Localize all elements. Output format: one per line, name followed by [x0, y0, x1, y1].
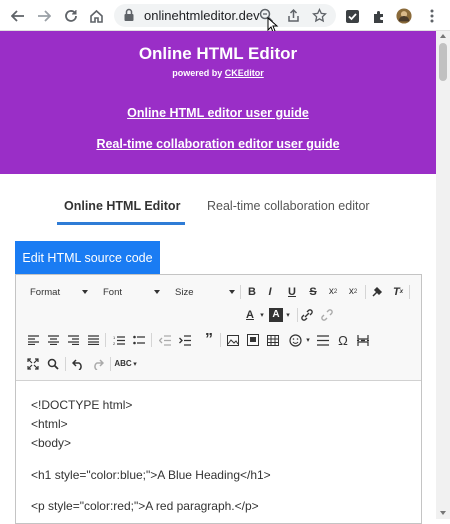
- reload-icon[interactable]: [63, 8, 79, 24]
- tab-online-html-editor[interactable]: Online HTML Editor: [64, 199, 180, 213]
- bold-icon[interactable]: B: [245, 285, 259, 299]
- svg-text:2: 2: [113, 341, 116, 346]
- numbered-list-icon[interactable]: 12: [112, 333, 126, 347]
- align-center-icon[interactable]: [46, 333, 60, 347]
- toolbar-separator: [65, 357, 66, 371]
- ckeditor-link[interactable]: CKEditor: [225, 68, 264, 78]
- toolbar-separator: [240, 285, 241, 299]
- tab-realtime-collaboration[interactable]: Real-time collaboration editor: [207, 199, 370, 213]
- code-line[interactable]: <h1 style="color:blue;">A Blue Heading</…: [31, 468, 271, 482]
- link-icon[interactable]: [300, 308, 314, 322]
- align-right-icon[interactable]: [66, 333, 80, 347]
- user-guide-link[interactable]: Online HTML editor user guide: [0, 106, 436, 120]
- blockquote-icon[interactable]: ”: [202, 332, 216, 348]
- redo-icon[interactable]: [91, 357, 105, 371]
- superscript-icon[interactable]: x2: [346, 285, 360, 299]
- toolbar-separator: [297, 308, 298, 322]
- forward-arrow-icon[interactable]: [36, 8, 52, 24]
- undo-icon[interactable]: [71, 357, 85, 371]
- html-editor: Format Font Size B I U S x2 x2 Tx A ▾ A …: [15, 274, 422, 524]
- chevron-down-icon: [154, 290, 160, 294]
- image-icon[interactable]: [226, 333, 240, 347]
- code-line[interactable]: <body>: [31, 436, 71, 450]
- svg-text:1: 1: [113, 335, 116, 340]
- page-break-icon[interactable]: [356, 333, 370, 347]
- format-dropdown-label: Format: [30, 286, 61, 298]
- size-dropdown[interactable]: Size: [169, 283, 237, 301]
- emoji-icon[interactable]: [288, 333, 302, 347]
- browser-menu-icon[interactable]: [424, 8, 440, 24]
- align-left-icon[interactable]: [26, 333, 40, 347]
- special-character-icon[interactable]: Ω: [336, 333, 350, 347]
- underline-icon[interactable]: U: [285, 285, 299, 299]
- back-arrow-icon[interactable]: [10, 8, 26, 24]
- chevron-down-icon[interactable]: ▾: [255, 308, 269, 322]
- code-line[interactable]: <!DOCTYPE html>: [31, 398, 132, 412]
- extension-checkbox-icon[interactable]: [344, 8, 360, 24]
- editor-tabs: Online HTML Editor Real-time collaborati…: [0, 174, 436, 234]
- site-header: Online HTML Editor powered by CKEditor O…: [0, 31, 436, 174]
- chevron-down-icon: [82, 290, 88, 294]
- remove-format-icon[interactable]: Tx: [391, 285, 405, 299]
- edit-html-source-button[interactable]: Edit HTML source code: [15, 241, 160, 274]
- page-scrollbar[interactable]: [436, 31, 450, 519]
- font-dropdown-label: Font: [103, 286, 123, 298]
- page-title: Online HTML Editor: [138, 44, 298, 63]
- strikethrough-icon[interactable]: S: [306, 285, 320, 299]
- toolbar-separator: [151, 333, 152, 347]
- scrollbar-thumb[interactable]: [439, 43, 447, 81]
- table-icon[interactable]: [266, 333, 280, 347]
- chevron-down-icon[interactable]: ▾: [128, 357, 142, 371]
- home-icon[interactable]: [88, 8, 104, 24]
- subscript-icon[interactable]: x2: [326, 285, 340, 299]
- bookmark-star-icon[interactable]: [312, 7, 327, 23]
- extensions-puzzle-icon[interactable]: [371, 8, 387, 24]
- share-icon[interactable]: [286, 8, 301, 23]
- url-text[interactable]: onlinehtmleditor.dev: [144, 8, 260, 23]
- find-icon[interactable]: [46, 357, 60, 371]
- scroll-up-arrow-icon[interactable]: [440, 34, 446, 38]
- powered-by-text: powered by CKEditor: [0, 68, 436, 78]
- copy-formatting-icon[interactable]: [370, 285, 384, 299]
- editor-toolbar: Format Font Size B I U S x2 x2 Tx A ▾ A …: [16, 275, 421, 381]
- powered-by-prefix: powered by: [172, 68, 225, 78]
- active-tab-indicator: [57, 222, 185, 225]
- font-dropdown[interactable]: Font: [97, 283, 162, 301]
- browser-toolbar: onlinehtmleditor.dev: [0, 0, 450, 33]
- size-dropdown-label: Size: [175, 286, 194, 298]
- code-line[interactable]: <html>: [31, 417, 68, 431]
- toolbar-separator: [409, 285, 410, 299]
- chevron-down-icon: [229, 290, 235, 294]
- embed-media-icon[interactable]: [246, 333, 260, 347]
- maximize-icon[interactable]: [26, 357, 40, 371]
- lock-icon[interactable]: [123, 8, 138, 23]
- scroll-down-arrow-icon[interactable]: [440, 511, 446, 515]
- italic-icon[interactable]: I: [263, 285, 277, 299]
- chevron-down-icon[interactable]: ▾: [301, 333, 315, 347]
- collaboration-guide-link[interactable]: Real-time collaboration editor user guid…: [0, 137, 436, 151]
- code-line[interactable]: <p style="color:red;">A red paragraph.</…: [31, 499, 259, 513]
- bulleted-list-icon[interactable]: [132, 333, 146, 347]
- profile-avatar-icon[interactable]: [396, 8, 412, 24]
- justify-icon[interactable]: [86, 333, 100, 347]
- horizontal-line-icon[interactable]: [316, 333, 330, 347]
- unlink-icon[interactable]: [320, 308, 334, 322]
- increase-indent-icon[interactable]: [178, 333, 192, 347]
- toolbar-separator: [220, 333, 221, 347]
- format-dropdown[interactable]: Format: [24, 283, 90, 301]
- toolbar-separator: [105, 333, 106, 347]
- toolbar-separator: [110, 357, 111, 371]
- chevron-down-icon[interactable]: ▾: [281, 308, 295, 322]
- toolbar-separator: [365, 285, 366, 299]
- decrease-indent-icon[interactable]: [158, 333, 172, 347]
- address-bar[interactable]: onlinehtmleditor.dev: [114, 4, 336, 27]
